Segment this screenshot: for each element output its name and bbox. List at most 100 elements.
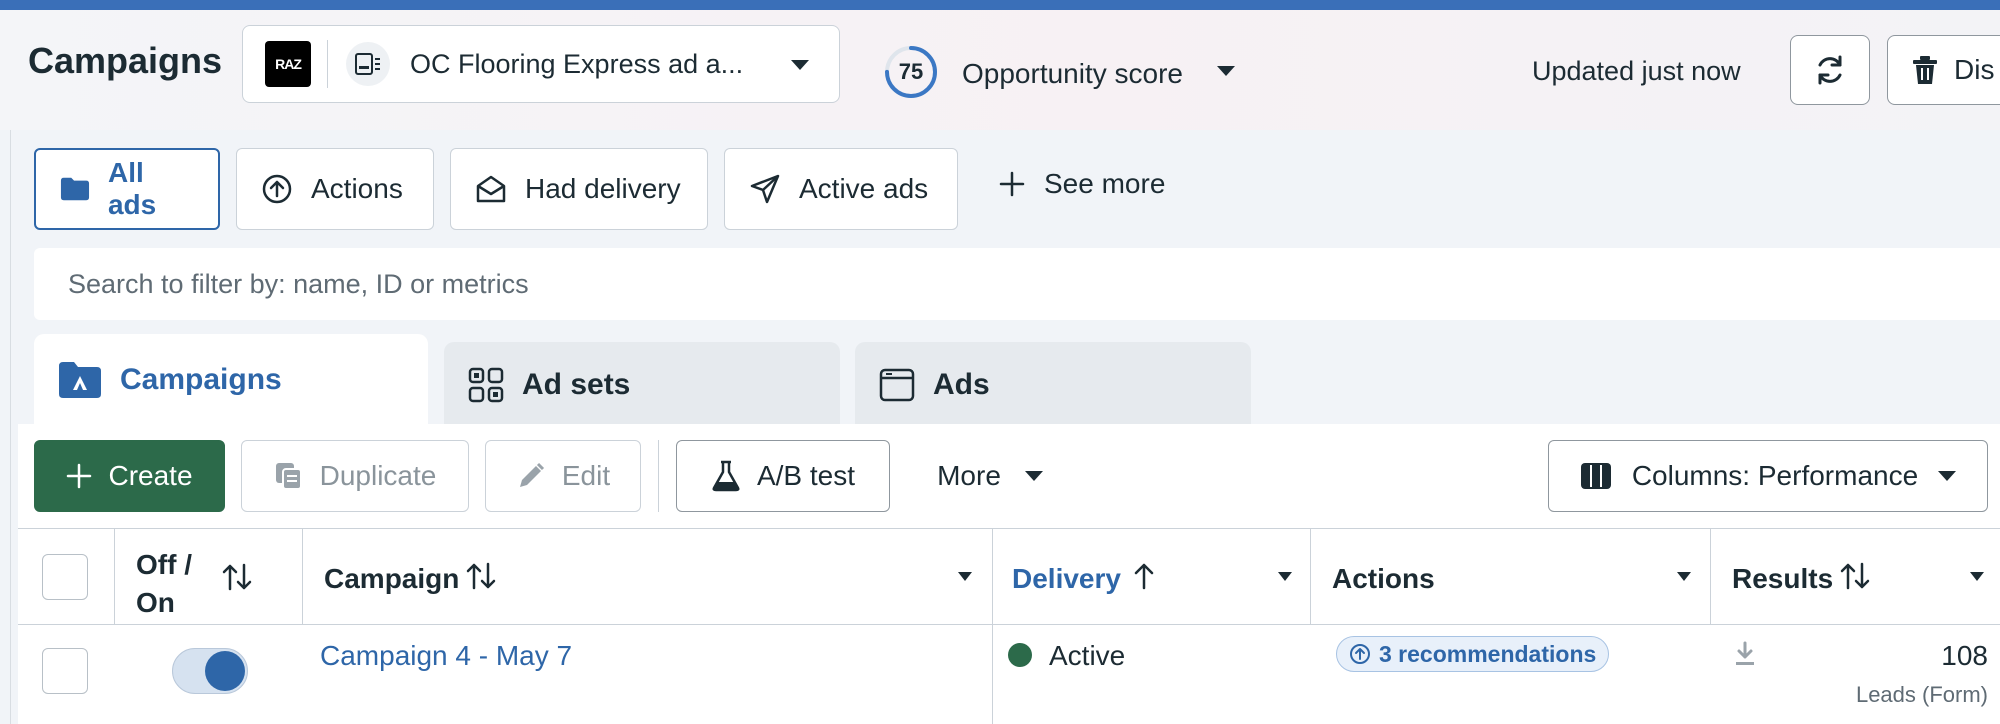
opportunity-score-label[interactable]: Opportunity score [962,58,1183,90]
delivery-status: Active [1049,640,1126,671]
column-divider [992,528,993,724]
ad-account-selector[interactable]: RAZ OC Flooring Express ad a... [242,25,840,103]
campaign-header-label: Campaign [324,563,460,594]
sort-icon[interactable] [1840,562,1870,590]
edit-button[interactable]: Edit [485,440,641,512]
tab-ads[interactable]: Ads [855,342,1251,428]
delivery-header-label: Delivery [1012,563,1121,594]
tab-campaigns[interactable]: Campaigns [34,334,428,426]
chevron-down-icon[interactable] [1217,66,1235,76]
column-divider [1310,528,1311,624]
columns-button[interactable]: Columns: Performance [1548,440,1988,512]
column-header-results[interactable]: Results [1732,563,1833,595]
column-divider [1710,528,1711,624]
see-more-filters-button[interactable]: See more [998,168,1165,200]
column-header-campaign[interactable]: Campaign [324,563,459,595]
recommendations-label: 3 recommendations [1379,640,1597,667]
duplicate-button[interactable]: Duplicate [241,440,469,512]
refresh-icon [1818,55,1842,85]
column-header-actions[interactable]: Actions [1332,563,1435,595]
create-label: Create [108,460,193,491]
chevron-down-icon[interactable] [1677,572,1691,581]
filter-had-delivery[interactable]: Had delivery [450,148,708,230]
sort-ascending-icon[interactable] [1132,562,1156,590]
column-header-delivery[interactable]: Delivery [1012,563,1121,595]
updated-status: Updated just now [1532,56,1741,86]
page-title: Campaigns [28,40,223,81]
duplicate-icon [275,463,302,490]
campaign-on-off-toggle[interactable] [172,648,248,694]
arrow-up-circle-icon [262,174,292,204]
account-divider [327,40,328,88]
plus-icon [67,463,92,489]
edit-label: Edit [561,460,611,491]
trash-icon [1913,56,1937,84]
arrow-up-circle-icon [1350,644,1370,664]
chevron-down-icon [791,60,809,70]
duplicate-label: Duplicate [319,460,437,491]
tab-ad-sets-label: Ad sets [522,368,631,401]
more-button[interactable]: More [920,440,1060,512]
columns-label: Columns: Performance [1631,460,1919,491]
tab-campaigns-label: Campaigns [120,363,282,396]
flask-icon [712,460,740,492]
off-on-header-line1: Off / [136,549,192,580]
opportunity-score-value[interactable]: 75 [883,44,939,100]
plus-icon [999,171,1025,197]
ad-window-icon [879,368,915,402]
off-on-header-line2: On [136,587,175,618]
actions-header-label: Actions [1332,563,1435,594]
folder-icon [60,177,90,201]
discard-button[interactable]: Dis [1887,35,2000,105]
columns-icon [1580,463,1611,489]
table-header-border [18,528,2000,529]
ab-test-button[interactable]: A/B test [676,440,890,512]
chevron-down-icon[interactable] [1278,572,1292,581]
envelope-open-icon [476,175,506,203]
results-type: Leads (Form) [1855,682,1988,707]
refresh-button[interactable] [1790,35,1870,105]
send-icon [750,174,780,204]
active-status-dot [1008,643,1032,667]
discard-label: Dis [1954,54,1995,85]
column-divider [302,528,303,624]
recommendations-badge[interactable]: 3 recommendations [1336,636,1610,672]
account-logo: RAZ [265,41,311,87]
pencil-icon [519,462,544,487]
filter-actions[interactable]: Actions [236,148,434,230]
account-name: OC Flooring Express ad a... [410,48,744,79]
filter-active-ads[interactable]: Active ads [724,148,958,230]
results-value: 108 [1941,640,1988,671]
chevron-down-icon[interactable] [958,572,972,581]
toolbar-separator [658,440,659,512]
tab-ad-sets[interactable]: Ad sets [444,342,840,428]
more-label: More [937,460,1001,491]
campaign-name-link[interactable]: Campaign 4 - May 7 [320,640,572,672]
tab-ads-label: Ads [933,368,990,401]
sort-icon[interactable] [222,563,252,591]
results-header-label: Results [1732,563,1834,594]
column-header-off-on[interactable]: Off / On [136,546,192,622]
filter-had-delivery-label: Had delivery [525,173,681,204]
create-button[interactable]: Create [34,440,225,512]
filter-actions-label: Actions [311,173,403,204]
grid-icon [468,367,504,403]
filter-all-ads-label: All ads [107,157,157,220]
search-input[interactable] [34,248,2000,320]
sort-icon[interactable] [466,562,496,590]
chevron-down-icon[interactable] [1970,572,1984,581]
toggle-knob [205,651,245,691]
row-checkbox[interactable] [42,648,88,694]
filter-all-ads[interactable]: All ads [34,148,220,230]
chevron-down-icon [1024,471,1043,481]
table-row-border [18,624,2000,625]
select-all-checkbox[interactable] [42,554,88,600]
ab-test-label: A/B test [756,460,856,491]
see-more-label: See more [1044,168,1166,199]
column-divider [114,528,115,624]
ad-account-icon [346,42,390,86]
chevron-down-icon [1938,471,1957,481]
top-accent-bar [0,0,2000,10]
filter-active-ads-label: Active ads [799,173,929,204]
download-icon[interactable] [1734,641,1756,667]
